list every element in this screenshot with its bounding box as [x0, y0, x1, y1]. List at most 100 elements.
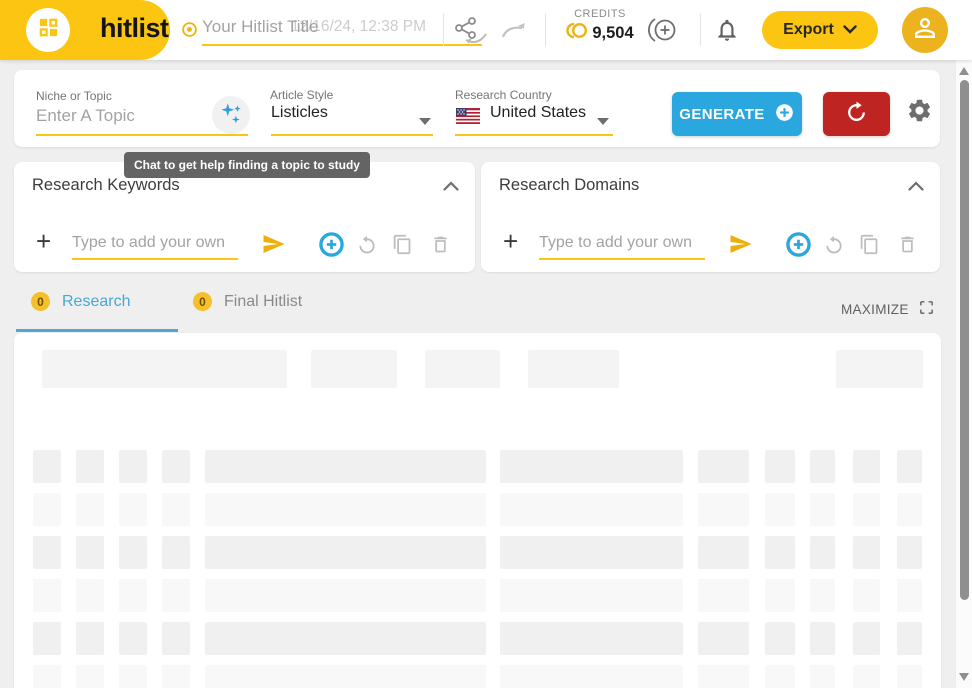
skeleton-cell: [76, 450, 104, 483]
country-value: United States: [490, 104, 587, 121]
add-keyword-button[interactable]: +: [36, 228, 51, 254]
domain-input[interactable]: [539, 228, 705, 260]
top-header: hitlist 12/16/24, 12:38 PM Your Hitlist …: [0, 0, 972, 60]
skeleton-cell: [765, 450, 795, 483]
country-label: Research Country: [455, 88, 552, 102]
trash-icon[interactable]: [897, 234, 918, 260]
generate-button[interactable]: GENERATE: [672, 92, 802, 136]
skeleton-chip: [311, 350, 397, 388]
coins-icon: [566, 22, 588, 44]
skeleton-cell: [500, 493, 683, 526]
ai-topic-help-button[interactable]: [212, 96, 250, 134]
undo-icon[interactable]: [357, 235, 377, 260]
scroll-down-arrow[interactable]: [959, 673, 969, 681]
caret-down-icon: [597, 112, 609, 130]
rotate-icon: [844, 100, 869, 128]
vertical-scrollbar[interactable]: [955, 60, 972, 688]
skeleton-cell: [205, 622, 486, 655]
skeleton-cell: [162, 665, 190, 688]
app-window: hitlist 12/16/24, 12:38 PM Your Hitlist …: [0, 0, 972, 688]
skeleton-cell: [119, 450, 147, 483]
send-icon[interactable]: [727, 232, 754, 261]
maximize-button[interactable]: MAXIMIZE: [841, 299, 935, 319]
skeleton-cell: [698, 536, 749, 569]
keyword-input[interactable]: [72, 228, 238, 260]
topic-input[interactable]: [36, 100, 226, 132]
skeleton-cell: [119, 493, 147, 526]
chevron-up-icon[interactable]: [443, 178, 459, 196]
grid-icon: [37, 16, 60, 44]
copy-icon[interactable]: [859, 234, 880, 260]
tab-final-hitlist[interactable]: 0 Final Hitlist: [193, 292, 302, 311]
undo-icon[interactable]: [824, 235, 844, 260]
tab-research[interactable]: 0 Research: [31, 292, 130, 311]
scroll-up-arrow[interactable]: [959, 67, 969, 75]
chevron-down-icon: [843, 21, 857, 39]
skeleton-cell: [853, 450, 880, 483]
skeleton-cell: [765, 622, 795, 655]
skeleton-cell: [500, 622, 683, 655]
expand-icon: [918, 299, 935, 319]
skeleton-cell: [33, 450, 61, 483]
skeleton-cell: [810, 665, 835, 688]
skeleton-cell: [162, 493, 190, 526]
skeleton-cell: [76, 579, 104, 612]
skeleton-cell: [897, 579, 922, 612]
skeleton-cell: [853, 536, 880, 569]
skeleton-cell: [119, 536, 147, 569]
redo-icon[interactable]: [500, 20, 528, 45]
plus-circle-icon[interactable]: [785, 231, 812, 263]
trash-icon[interactable]: [430, 234, 451, 260]
hitlist-title-input[interactable]: [202, 10, 482, 46]
copy-icon[interactable]: [392, 234, 413, 260]
skeleton-cell: [853, 622, 880, 655]
skeleton-cell: [500, 450, 683, 483]
reset-button[interactable]: [823, 92, 890, 136]
skeleton-cell: [33, 579, 61, 612]
add-domain-button[interactable]: +: [503, 228, 518, 254]
chevron-up-icon[interactable]: [908, 178, 924, 196]
skeleton-cell: [810, 493, 835, 526]
skeleton-row: [14, 622, 941, 655]
article-style-select[interactable]: Listicles: [271, 102, 433, 132]
skeleton-cell: [897, 665, 922, 688]
scrollbar-thumb[interactable]: [960, 80, 969, 600]
panel-title: Research Domains: [499, 176, 640, 194]
export-label: Export: [783, 21, 834, 38]
export-button[interactable]: Export: [762, 11, 878, 49]
plus-circle-icon[interactable]: [318, 231, 345, 263]
skeleton-cell: [205, 665, 486, 688]
bell-icon[interactable]: [714, 17, 740, 48]
add-credits-icon[interactable]: [646, 14, 680, 51]
skeleton-cell: [698, 665, 749, 688]
app-logo[interactable]: [26, 8, 70, 52]
skeleton-cell: [810, 579, 835, 612]
skeleton-cell: [765, 579, 795, 612]
skeleton-cell: [810, 536, 835, 569]
skeleton-cell: [698, 450, 749, 483]
research-keywords-panel: Research Keywords +: [14, 162, 475, 272]
send-icon[interactable]: [260, 232, 287, 261]
skeleton-chip: [836, 350, 923, 388]
country-select[interactable]: United States: [455, 102, 613, 132]
skeleton-cell: [162, 622, 190, 655]
skeleton-row: [14, 450, 941, 483]
skeleton-chip: [528, 350, 619, 388]
avatar[interactable]: [902, 7, 948, 53]
share-icon[interactable]: [452, 15, 492, 50]
tab-label: Final Hitlist: [224, 292, 303, 310]
us-flag-icon: [456, 108, 480, 129]
credits-value: 9,504: [592, 23, 634, 42]
app-name: hitlist: [100, 13, 169, 43]
skeleton-cell: [205, 493, 486, 526]
skeleton-cell: [897, 622, 922, 655]
country-underline: [455, 134, 613, 136]
credits-label: CREDITS: [574, 8, 626, 20]
skeleton-chip: [42, 350, 287, 388]
skeleton-cell: [162, 579, 190, 612]
skeleton-cell: [853, 665, 880, 688]
skeleton-cell: [897, 450, 922, 483]
gear-icon[interactable]: [906, 97, 933, 129]
hitlist-title-field: 12/16/24, 12:38 PM: [202, 10, 482, 48]
article-style-value: Listicles: [271, 104, 328, 121]
